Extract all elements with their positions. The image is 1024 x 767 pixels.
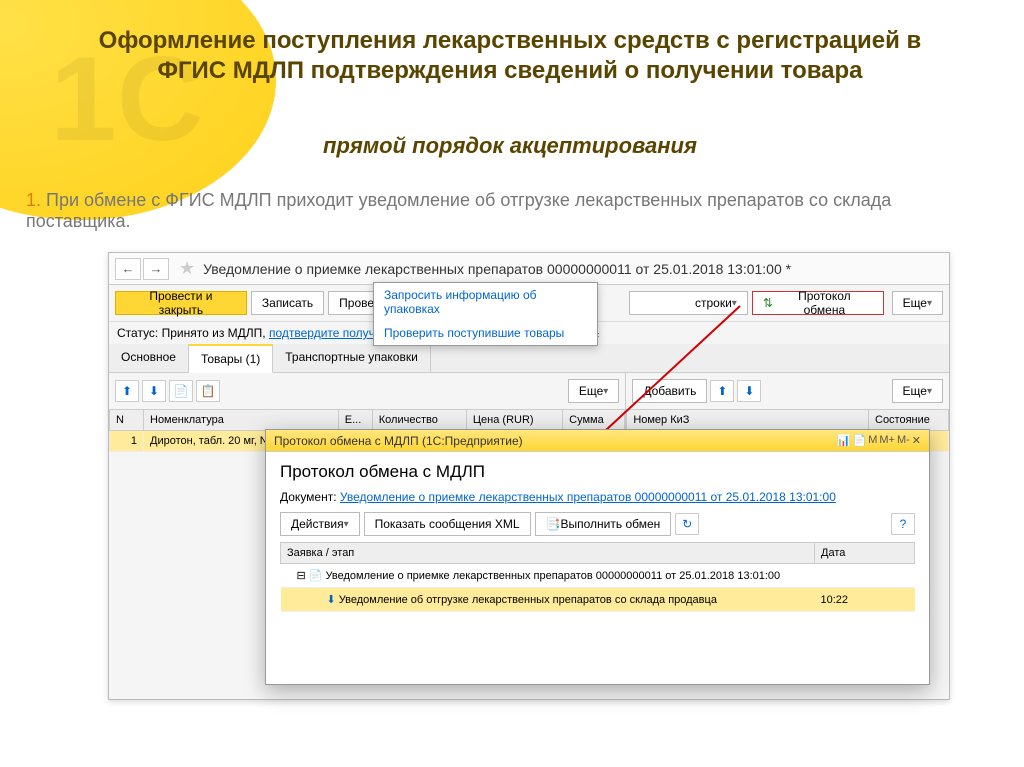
post-and-close-button[interactable]: Провести и закрыть	[115, 291, 247, 315]
close-icon[interactable]: ✕	[912, 434, 921, 447]
add-button[interactable]: Добавить	[632, 379, 707, 403]
show-xml-button[interactable]: Показать сообщения XML	[364, 512, 531, 536]
refresh-button[interactable]: ↻	[675, 513, 699, 535]
window-header: ← → ★ Уведомление о приемке лекарственны…	[109, 253, 949, 285]
exchange-button[interactable]: 📑 Выполнить обмен	[535, 512, 672, 536]
help-button[interactable]: ?	[891, 513, 915, 535]
more-button[interactable]: Еще	[892, 291, 943, 315]
slide-subtitle: прямой порядок акцептирования	[70, 133, 950, 159]
exchange-icon: ⇅	[763, 296, 773, 310]
dialog-title: Протокол обмена с МДЛП	[280, 462, 915, 482]
favorite-icon[interactable]: ★	[179, 258, 195, 279]
move-down-button[interactable]: ⬇	[737, 380, 761, 402]
move-up-button[interactable]: ⬆	[115, 380, 139, 402]
print-icon[interactable]: 📄	[852, 434, 866, 447]
dialog-window-controls: 📊 📄 MM+M- ✕	[837, 434, 921, 447]
protocol-table[interactable]: Заявка / этап Дата ⊟ 📄 Уведомление о при…	[280, 542, 915, 612]
back-button[interactable]: ←	[115, 258, 141, 280]
tab-main[interactable]: Основное	[109, 344, 189, 372]
table-row[interactable]: ⬇ Уведомление об отгрузке лекарственных …	[281, 588, 915, 612]
dialog-caption: Протокол обмена с МДЛП (1С:Предприятие)	[274, 434, 523, 448]
window-title: Уведомление о приемке лекарственных преп…	[203, 261, 791, 277]
move-down-button[interactable]: ⬇	[142, 380, 166, 402]
dialog-titlebar: Протокол обмена с МДЛП (1С:Предприятие) …	[266, 430, 929, 452]
document-row: Документ: Уведомление о приемке лекарств…	[280, 490, 915, 504]
step-description: 1. При обмене с ФГИС МДЛП приходит уведо…	[26, 190, 986, 232]
tabs: Основное Товары (1) Транспортные упаковк…	[109, 344, 949, 373]
tab-packs[interactable]: Транспортные упаковки	[273, 344, 431, 372]
actions-button[interactable]: Действия	[280, 512, 360, 536]
dropdown-item-request-info[interactable]: Запросить информацию об упаковках	[374, 283, 597, 321]
step-number: 1.	[26, 190, 41, 210]
save-button[interactable]: Записать	[251, 291, 324, 315]
move-up-button[interactable]: ⬆	[710, 380, 734, 402]
forward-button[interactable]: →	[143, 258, 169, 280]
load-rows-dropdown: Запросить информацию об упаковках Провер…	[373, 282, 598, 346]
dropdown-item-check-goods[interactable]: Проверить поступившие товары	[374, 321, 597, 345]
load-rows-button[interactable]: Загрузить Загрузить строкистроки	[629, 291, 748, 315]
protocol-dialog: Протокол обмена с МДЛП (1С:Предприятие) …	[265, 429, 930, 685]
document-link[interactable]: Уведомление о приемке лекарственных преп…	[340, 490, 836, 504]
kiz-more-button[interactable]: Еще	[892, 379, 943, 403]
download-icon: ⬇	[327, 594, 336, 606]
calc-icon[interactable]: 📊	[837, 434, 851, 447]
paste-icon[interactable]: 📋	[196, 380, 220, 402]
protocol-button[interactable]: ⇅ Протокол обмена	[752, 291, 884, 315]
slide-title: Оформление поступления лекарственных сре…	[70, 26, 950, 86]
dialog-toolbar: Действия Показать сообщения XML 📑 Выполн…	[280, 512, 915, 536]
table-row[interactable]: ⊟ 📄 Уведомление о приемке лекарственных …	[281, 564, 915, 588]
goods-more-button[interactable]: Еще	[568, 379, 619, 403]
copy-icon[interactable]: 📄	[169, 380, 193, 402]
tab-goods[interactable]: Товары (1)	[189, 344, 273, 373]
